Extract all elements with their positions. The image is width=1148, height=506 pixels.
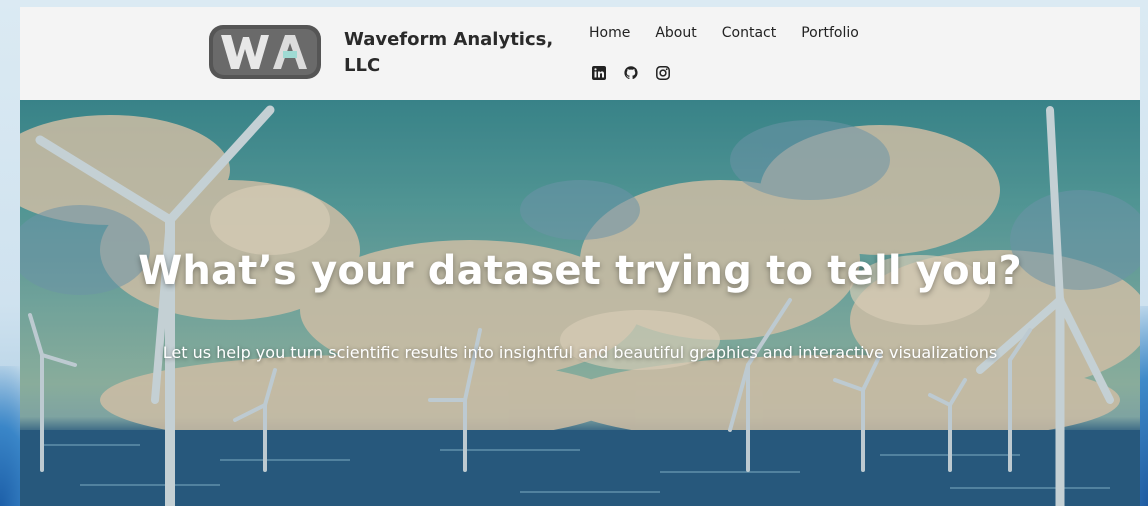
hero-banner: What’s your dataset trying to tell you? … [20, 100, 1140, 506]
linkedin-icon[interactable] [591, 65, 607, 81]
wind-turbine-scene-image [20, 100, 1140, 506]
github-icon[interactable] [623, 65, 639, 81]
nav-home[interactable]: Home [589, 25, 630, 41]
main-nav: Home About Contact Portfolio [589, 25, 884, 41]
company-name[interactable]: Waveform Analytics, LLC [344, 27, 554, 79]
nav-contact[interactable]: Contact [722, 25, 776, 41]
site-header: Waveform Analytics, LLC Home About Conta… [20, 7, 1140, 100]
web-page: Waveform Analytics, LLC Home About Conta… [20, 7, 1140, 506]
nav-about[interactable]: About [655, 25, 696, 41]
social-links [591, 65, 671, 81]
wa-logo-icon[interactable] [207, 23, 323, 81]
hero-title: What’s your dataset trying to tell you? [138, 248, 1022, 294]
instagram-icon[interactable] [655, 65, 671, 81]
nav-portfolio[interactable]: Portfolio [801, 25, 859, 41]
hero-subtitle: Let us help you turn scientific results … [162, 343, 998, 362]
